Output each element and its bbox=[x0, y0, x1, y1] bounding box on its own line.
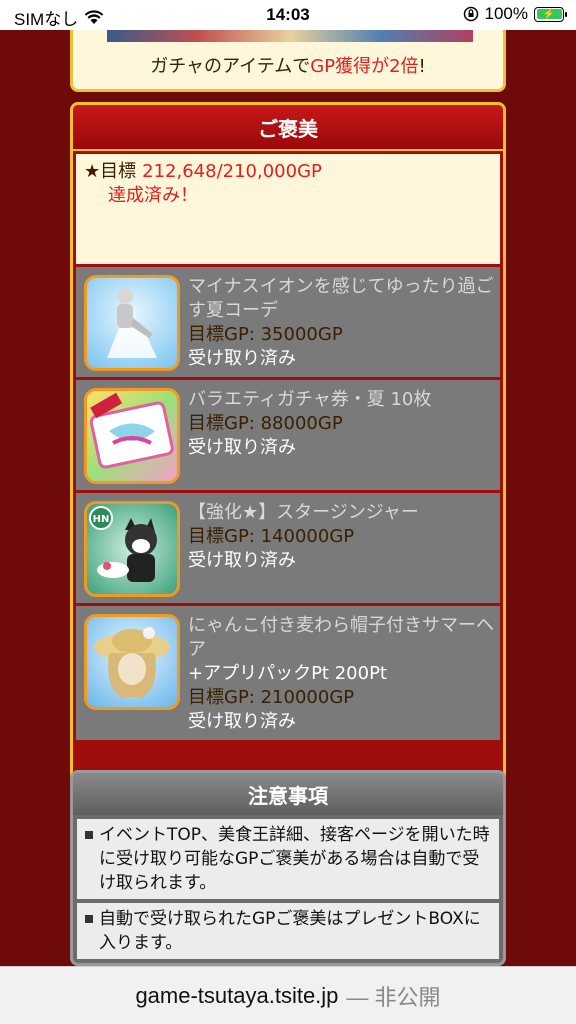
status-right: 100% ⚡ bbox=[463, 4, 567, 24]
rewards-panel-title: ご褒美 bbox=[73, 105, 503, 151]
rewards-panel: ご褒美 ★目標 212,648/210,000GP 達成済み！ マイナスイオンを… bbox=[70, 102, 506, 792]
reward-goal-label: 目標GP: bbox=[188, 526, 255, 547]
reward-goal-value: 35000GP bbox=[260, 324, 343, 345]
banner-text-suffix: ! bbox=[418, 56, 426, 77]
goal-box: ★目標 212,648/210,000GP 達成済み！ bbox=[76, 154, 500, 264]
reward-item: にゃんこ付き麦わら帽子付きサマーヘア +アプリパックPt 200Pt 目標GP:… bbox=[76, 606, 500, 743]
reward-goal: 目標GP: 140000GP bbox=[188, 525, 494, 549]
reward-item: マイナスイオンを感じてゆったり過ごす夏コーデ 目標GP: 35000GP 受け取… bbox=[76, 267, 500, 380]
address-domain: game-tsutaya.tsite.jp bbox=[135, 982, 339, 1008]
reward-goal-value: 140000GP bbox=[260, 526, 355, 547]
reward-info: にゃんこ付き麦わら帽子付きサマーヘア +アプリパックPt 200Pt 目標GP:… bbox=[188, 614, 494, 734]
outfit-figure-icon bbox=[107, 288, 157, 358]
note-item: 自動で受け取られたGPご褒美はプレゼントBOXに入ります。 bbox=[77, 903, 499, 959]
svg-text:HN: HN bbox=[93, 514, 110, 525]
gacha-banner[interactable]: ガチャのアイテムでGP獲得が2倍! bbox=[70, 30, 506, 92]
goal-status: 達成済み！ bbox=[108, 185, 198, 206]
reward-name: にゃんこ付き麦わら帽子付きサマーヘア bbox=[188, 615, 494, 660]
reward-status: 受け取り済み bbox=[188, 437, 296, 458]
reward-goal: 目標GP: 35000GP bbox=[188, 323, 494, 347]
note-item: イベントTOP、美食王詳細、接客ページを開いた時に受け取り可能なGPご褒美がある… bbox=[77, 819, 499, 899]
reward-thumbnail-straw-hat[interactable] bbox=[84, 614, 180, 710]
reward-thumbnail-gacha-ticket[interactable] bbox=[84, 388, 180, 484]
reward-goal-label: 目標GP: bbox=[188, 687, 255, 708]
reward-goal-value: 88000GP bbox=[260, 413, 343, 434]
reward-name: マイナスイオンを感じてゆったり過ごす夏コーデ bbox=[188, 276, 494, 321]
reward-status: 受け取り済み bbox=[188, 711, 296, 732]
reward-goal: 目標GP: 88000GP bbox=[188, 412, 494, 436]
reward-item: バラエティガチャ券・夏 10枚 目標GP: 88000GP 受け取り済み bbox=[76, 380, 500, 493]
reward-goal-label: 目標GP: bbox=[188, 413, 255, 434]
goal-value: 212,648/210,000GP bbox=[142, 161, 322, 182]
orientation-lock-icon bbox=[463, 6, 478, 22]
straw-hat-hair-icon bbox=[94, 627, 170, 697]
battery-bolt-icon: ⚡ bbox=[536, 9, 562, 20]
status-bar: SIMなし 14:03 100% ⚡ bbox=[0, 0, 576, 30]
page-content: ガチャのアイテムでGP獲得が2倍! ご褒美 ★目標 212,648/210,000… bbox=[0, 30, 576, 966]
reward-name: バラエティガチャ券・夏 10枚 bbox=[188, 389, 432, 410]
banner-text: ガチャのアイテムでGP獲得が2倍! bbox=[73, 52, 503, 78]
battery-icon: ⚡ bbox=[534, 6, 567, 22]
address-bar[interactable]: game-tsutaya.tsite.jp — 非公開 bbox=[0, 966, 576, 1024]
notes-panel: 注意事項 イベントTOP、美食王詳細、接客ページを開いた時に受け取り可能なGPご… bbox=[70, 770, 506, 966]
goal-line: ★目標 212,648/210,000GP bbox=[84, 160, 492, 184]
banner-text-prefix: ガチャのアイテムで bbox=[150, 56, 311, 77]
gacha-ticket-icon bbox=[89, 392, 174, 469]
reward-info: 【強化★】スタージンジャー 目標GP: 140000GP 受け取り済み bbox=[188, 501, 494, 597]
reward-sub: +アプリパックPt 200Pt bbox=[188, 663, 387, 684]
reward-list: マイナスイオンを感じてゆったり過ごす夏コーデ 目標GP: 35000GP 受け取… bbox=[76, 267, 500, 743]
reward-item: HN 【強化★】スタージンジャー 目標GP: 140000GP 受け取り済み bbox=[76, 493, 500, 606]
address-privacy-label: — 非公開 bbox=[346, 984, 441, 1010]
banner-text-highlight: GP獲得が2倍 bbox=[310, 56, 419, 77]
reward-goal: 目標GP: 210000GP bbox=[188, 686, 494, 710]
cat-character-icon: HN bbox=[89, 506, 157, 582]
battery-percent: 100% bbox=[484, 4, 528, 23]
reward-goal-value: 210000GP bbox=[260, 687, 355, 708]
reward-status: 受け取り済み bbox=[188, 348, 296, 369]
goal-label: ★目標 bbox=[84, 161, 137, 182]
reward-info: マイナスイオンを感じてゆったり過ごす夏コーデ 目標GP: 35000GP 受け取… bbox=[188, 275, 494, 371]
reward-info: バラエティガチャ券・夏 10枚 目標GP: 88000GP 受け取り済み bbox=[188, 388, 494, 484]
reward-thumbnail-outfit[interactable] bbox=[84, 275, 180, 371]
notes-panel-title: 注意事項 bbox=[73, 773, 503, 815]
reward-name: 【強化★】スタージンジャー bbox=[188, 502, 419, 523]
reward-thumbnail-star-ginger[interactable]: HN bbox=[84, 501, 180, 597]
reward-goal-label: 目標GP: bbox=[188, 324, 255, 345]
banner-image bbox=[107, 30, 473, 42]
reward-status: 受け取り済み bbox=[188, 550, 296, 571]
